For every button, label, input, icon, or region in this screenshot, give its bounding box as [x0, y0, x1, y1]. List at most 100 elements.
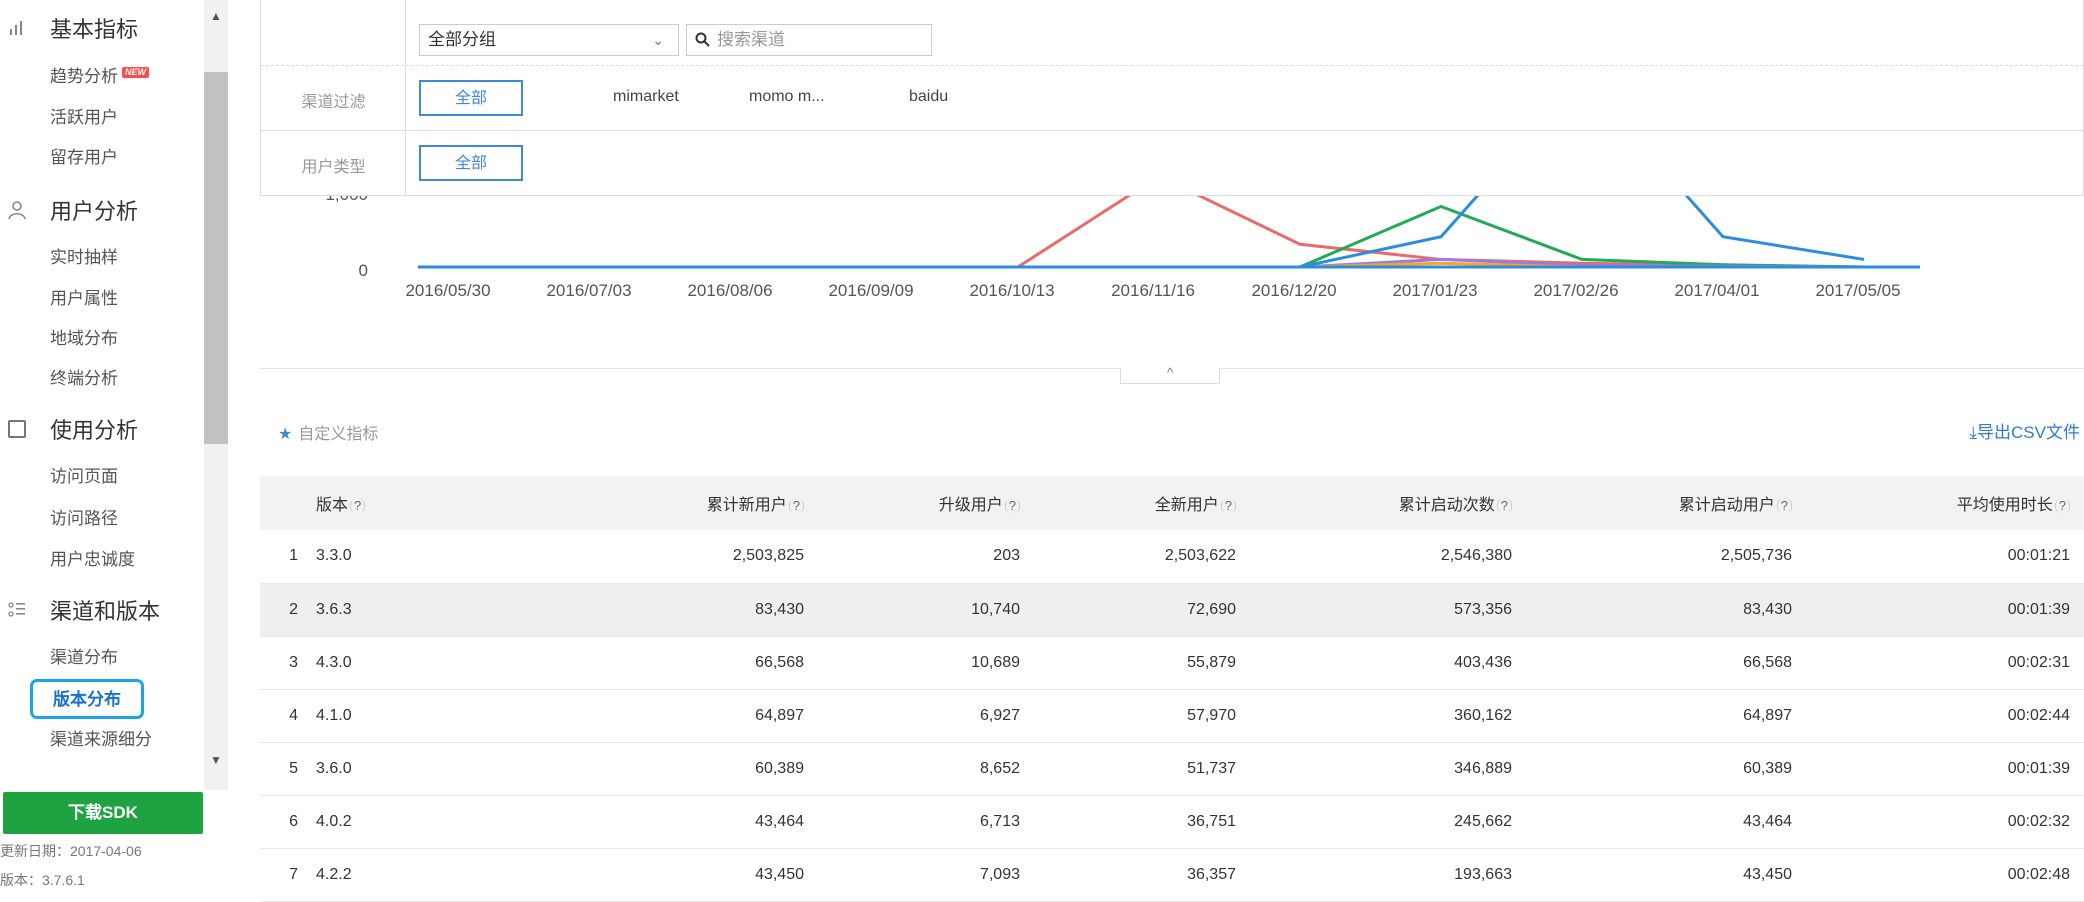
help-icon[interactable]: ? — [1776, 499, 1792, 513]
table-header-index — [260, 476, 308, 530]
sidebar-section-basic-metrics[interactable]: 基本指标 — [0, 8, 204, 48]
sidebar-item-channel-source[interactable]: 渠道来源细分 — [50, 725, 152, 755]
channel-chip-all[interactable]: 全部 — [419, 80, 523, 116]
table-header-version[interactable]: 版本? — [308, 476, 438, 530]
new-badge: NEW — [122, 67, 149, 78]
row-version: 4.3.0 — [308, 636, 438, 690]
table-row[interactable]: 6 4.0.2 43,464 6,713 36,751 245,662 43,464 00:0… — [260, 795, 2084, 849]
collapse-chart-toggle[interactable]: ^ — [1120, 366, 1220, 384]
scroll-up-icon[interactable]: ▲ — [204, 4, 228, 28]
help-icon[interactable]: ? — [788, 499, 804, 513]
sidebar-section-usage-analysis[interactable]: 使用分析 — [0, 409, 204, 449]
row-version: 4.2.2 — [308, 848, 438, 902]
sidebar-section-title: 渠道和版本 — [50, 599, 161, 624]
table-row[interactable]: 1 3.3.0 2,503,825 203 2,503,622 2,546,380 2,50… — [260, 530, 2084, 584]
scrollbar-thumb[interactable] — [204, 72, 228, 444]
channel-chip-mimarket[interactable]: mimarket — [613, 80, 679, 116]
channel-filter-row: 渠道过滤 全部 mimarket momo m... baidu — [261, 66, 2083, 131]
sidebar-item-region[interactable]: 地域分布 — [50, 324, 118, 354]
filter-top-row: 全部分组 ⌄ 搜索渠道 — [261, 0, 2083, 66]
x-tick-label: 2016/10/13 — [969, 281, 1054, 300]
row-version: 3.6.3 — [308, 583, 438, 637]
header-label: 累计启动次数 — [1398, 497, 1495, 514]
row-index: 1 — [260, 530, 308, 584]
table-row[interactable]: 3 4.3.0 66,568 10,689 55,879 403,436 66,568 00:… — [260, 636, 2084, 690]
sidebar-item-visited-pages[interactable]: 访问页面 — [50, 462, 118, 492]
filter-label-column — [261, 0, 406, 196]
table-header-avg-duration[interactable]: 平均使用时长? — [1798, 476, 2084, 530]
header-label: 累计新用户 — [706, 497, 787, 514]
sidebar-item-realtime-sampling[interactable]: 实时抽样 — [50, 243, 118, 273]
row-upgraded: 203 — [810, 530, 1026, 584]
x-tick-label: 2017/01/23 — [1392, 281, 1477, 300]
group-select-value: 全部分组 — [428, 30, 496, 49]
table-header-upgraded[interactable]: 升级用户? — [810, 476, 1026, 530]
row-cumulative-new: 43,450 — [438, 848, 810, 902]
row-cumulative-new: 64,897 — [438, 689, 810, 743]
table-header-brand-new[interactable]: 全新用户? — [1026, 476, 1242, 530]
sidebar-section-user-analysis[interactable]: 用户分析 — [0, 190, 204, 230]
row-index: 5 — [260, 742, 308, 796]
bar-chart-icon — [5, 16, 29, 40]
table-header-launch-users[interactable]: 累计启动用户? — [1518, 476, 1798, 530]
sidebar-item-retained-users[interactable]: 留存用户 — [50, 143, 118, 173]
download-sdk-button[interactable]: 下载SDK — [3, 792, 203, 834]
export-csv-button[interactable]: ⤓导出CSV文件 — [1970, 418, 2080, 443]
sidebar-item-visit-paths[interactable]: 访问路径 — [50, 504, 118, 534]
sidebar-item-active-users[interactable]: 活跃用户 — [50, 103, 118, 133]
channel-chip-baidu[interactable]: baidu — [909, 80, 948, 116]
row-version: 3.6.0 — [308, 742, 438, 796]
sidebar-item-user-attributes[interactable]: 用户属性 — [50, 284, 118, 314]
row-cumulative-new: 43,464 — [438, 795, 810, 849]
sidebar-item-trend-analysis[interactable]: 趋势分析 NEW — [50, 62, 149, 92]
table-row[interactable]: 7 4.2.2 43,450 7,093 36,357 193,663 43,450 00:0… — [260, 848, 2084, 902]
table-row[interactable]: 2 3.6.3 83,430 10,740 72,690 573,356 83,430 00:… — [260, 583, 2084, 637]
row-launch-users: 83,430 — [1518, 583, 1798, 637]
chevron-down-icon: ⌄ — [652, 32, 664, 48]
row-launches: 403,436 — [1242, 636, 1518, 690]
help-icon[interactable]: ? — [2054, 499, 2070, 513]
sidebar-scrollbar[interactable]: ▲ ▼ — [204, 0, 228, 790]
row-launches: 360,162 — [1242, 689, 1518, 743]
group-select[interactable]: 全部分组 ⌄ — [419, 24, 679, 56]
scroll-down-icon[interactable]: ▼ — [204, 748, 228, 772]
row-brand-new: 57,970 — [1026, 689, 1242, 743]
help-icon[interactable]: ? — [1220, 499, 1236, 513]
sidebar-section-channel-version[interactable]: 渠道和版本 — [0, 590, 204, 630]
header-label: 升级用户 — [938, 497, 1003, 514]
row-upgraded: 6,713 — [810, 795, 1026, 849]
sidebar-item-terminal[interactable]: 终端分析 — [50, 364, 118, 394]
row-launches: 573,356 — [1242, 583, 1518, 637]
table-header-launches[interactable]: 累计启动次数? — [1242, 476, 1518, 530]
row-launch-users: 43,464 — [1518, 795, 1798, 849]
channel-search-input[interactable]: 搜索渠道 — [686, 24, 932, 56]
y-tick-label: 0 — [359, 261, 368, 280]
version-table: 版本? 累计新用户? 升级用户? 全新用户? 累计启动次数? 累计启动用户? 平… — [260, 476, 2084, 902]
help-icon[interactable]: ? — [350, 499, 366, 513]
custom-metric-button[interactable]: ★ 自定义指标 — [278, 420, 378, 444]
table-row[interactable]: 5 3.6.0 60,389 8,652 51,737 346,889 60,389 00:0… — [260, 742, 2084, 796]
x-tick-label: 2016/11/16 — [1111, 281, 1195, 300]
row-index: 4 — [260, 689, 308, 743]
sidebar-section-title: 使用分析 — [50, 418, 139, 443]
list-icon — [5, 598, 29, 622]
sidebar: 基本指标 趋势分析 NEW 活跃用户 留存用户 用户分析 实时抽样 用户属性 地域… — [0, 0, 232, 902]
table-row[interactable]: 4 4.1.0 64,897 6,927 57,970 360,162 64,897 00:0… — [260, 689, 2084, 743]
channel-chip-momo[interactable]: momo m... — [749, 80, 825, 116]
user-type-chip-all[interactable]: 全部 — [419, 145, 523, 181]
row-upgraded: 8,652 — [810, 742, 1026, 796]
row-avg-duration: 00:02:44 — [1798, 689, 2084, 743]
sidebar-item-label: 趋势分析 — [50, 67, 118, 86]
sidebar-item-version-distribution[interactable]: 版本分布 — [30, 679, 144, 719]
sidebar-item-channel-distribution[interactable]: 渠道分布 — [50, 643, 118, 673]
filter-panel: 全部分组 ⌄ 搜索渠道 渠道过滤 全部 mimarket momo m... b… — [260, 0, 2084, 196]
custom-metric-label: 自定义指标 — [298, 426, 379, 443]
row-upgraded: 10,689 — [810, 636, 1026, 690]
main-content: 1,00002016/05/302016/07/032016/08/062016… — [232, 0, 2084, 902]
row-version: 4.0.2 — [308, 795, 438, 849]
sidebar-item-user-loyalty[interactable]: 用户忠诚度 — [50, 545, 135, 575]
table-header-row: 版本? 累计新用户? 升级用户? 全新用户? 累计启动次数? 累计启动用户? 平… — [260, 476, 2084, 530]
help-icon[interactable]: ? — [1496, 499, 1512, 513]
table-header-cumulative-new[interactable]: 累计新用户? — [438, 476, 810, 530]
help-icon[interactable]: ? — [1004, 499, 1020, 513]
